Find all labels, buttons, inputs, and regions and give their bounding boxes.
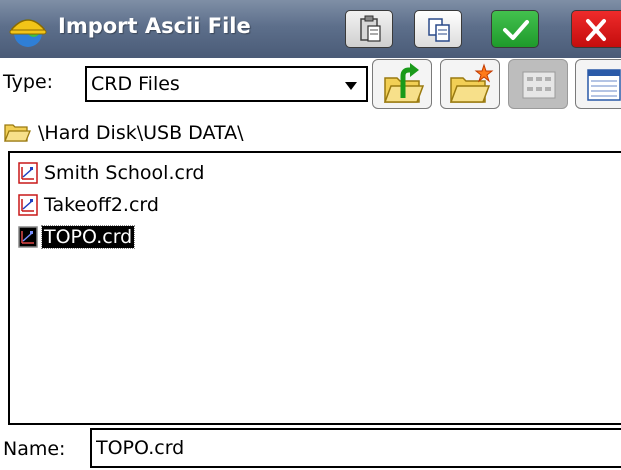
file-list[interactable]: Smith School.crd Takeoff2.crd TOPO.crd — [8, 151, 621, 425]
new-folder-icon — [449, 63, 494, 103]
up-folder-icon — [383, 63, 425, 103]
crd-file-icon — [18, 162, 38, 184]
ok-button[interactable] — [491, 10, 539, 48]
hardhat-globe-icon — [8, 9, 48, 49]
close-x-icon — [586, 19, 606, 41]
type-select[interactable]: CRD Files — [85, 66, 368, 102]
new-folder-button[interactable] — [440, 59, 500, 109]
file-name-input[interactable] — [90, 428, 621, 468]
title-bar: Import Ascii File — [0, 0, 621, 58]
paste-clipboard-icon — [360, 15, 381, 42]
chevron-down-icon[interactable] — [344, 81, 358, 91]
file-name: TOPO.crd — [40, 225, 136, 249]
crd-file-icon — [18, 226, 38, 248]
list-view-icon — [522, 71, 556, 99]
current-path: \Hard Disk\USB DATA\ — [38, 122, 244, 144]
paste-button[interactable] — [345, 10, 393, 48]
window-title: Import Ascii File — [58, 14, 251, 38]
checkmark-icon — [503, 20, 529, 40]
name-label: Name: — [3, 438, 66, 460]
list-view-button[interactable] — [508, 59, 568, 109]
up-folder-button[interactable] — [372, 59, 432, 109]
detail-view-icon — [587, 69, 621, 101]
file-name: Smith School.crd — [44, 162, 205, 184]
file-name: Takeoff2.crd — [44, 194, 159, 216]
folder-open-icon — [4, 124, 31, 142]
copy-icon — [428, 18, 450, 42]
close-button[interactable] — [571, 10, 621, 48]
crd-file-icon — [18, 194, 38, 216]
type-selected-value: CRD Files — [91, 73, 180, 95]
detail-view-button[interactable] — [575, 59, 621, 109]
type-label: Type: — [3, 71, 54, 93]
copy-button[interactable] — [414, 10, 462, 48]
